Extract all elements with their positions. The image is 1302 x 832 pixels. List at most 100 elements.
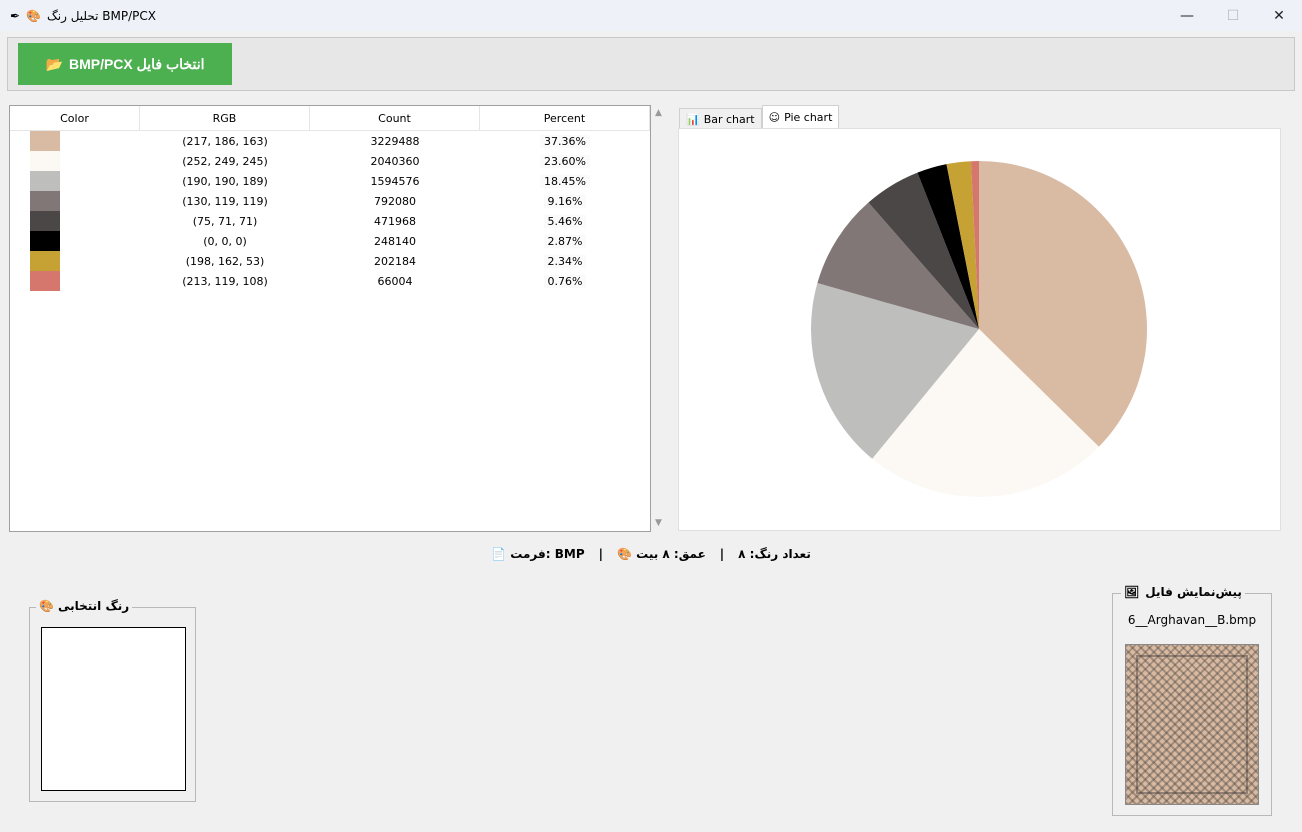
column-header-rgb[interactable]: RGB [140,106,310,130]
smiley-icon: ☺ [768,111,781,124]
color-swatch [30,231,60,251]
bar-chart-icon: 📊 [686,113,700,126]
percent-value: 9.16% [543,194,587,208]
color-swatch [30,271,60,291]
image-thumbnail [1125,644,1259,805]
count-cell: 202184 [374,254,416,268]
tab-label: Pie chart [784,111,833,124]
color-swatch [30,191,60,211]
percent-value: 2.87% [543,234,587,248]
table-row[interactable]: (75, 71, 71) 471968 5.46% [10,211,650,231]
count-cell: 1594576 [370,174,420,188]
palette-icon: 🎨 [39,599,54,613]
rgb-cell: (213, 119, 108) [182,274,268,288]
count-cell: 3229488 [370,134,420,148]
table-header: Color RGB Count Percent [10,106,650,131]
percent-value: 0.76% [543,274,587,288]
separator: | [598,547,603,561]
select-file-button[interactable]: انتخاب فایل BMP/PCX 📂 [18,43,232,85]
status-bar: تعداد رنگ: ۸ | عمق: ۸ بیت 🎨 | 📄 فرمت: BM… [0,547,1302,561]
rgb-cell: (217, 186, 163) [182,134,268,148]
table-row[interactable]: (213, 119, 108) 66004 0.76% [10,271,650,291]
depth-text: عمق: ۸ بیت 🎨 [617,547,706,561]
chart-area [678,128,1281,531]
selected-color-group: رنگ انتخابی 🎨 [29,599,196,802]
color-cell [10,171,140,191]
toolbar: انتخاب فایل BMP/PCX 📂 [7,37,1295,91]
percent-cell: 2.34% [480,254,650,268]
color-cell [10,191,140,211]
rgb-cell: (0, 0, 0) [203,234,247,248]
color-swatch [30,251,60,271]
preview-legend: پیش‌نمایش فایل 🖼 [1121,585,1245,599]
color-cell [10,231,140,251]
percent-cell: 9.16% [480,194,650,208]
minimize-button[interactable]: — [1164,0,1210,31]
table-row[interactable]: (217, 186, 163) 3229488 37.36% [10,131,650,151]
table-body: (217, 186, 163) 3229488 37.36% (252, 249, 2… [10,131,650,291]
tab-label: Bar chart [703,113,755,126]
count-cell: 66004 [377,274,413,288]
color-swatch [30,211,60,231]
color-swatch [30,151,60,171]
file-name: 6__Arghavan__B.bmp [1127,613,1257,627]
rgb-cell: (130, 119, 119) [182,194,268,208]
column-header-percent[interactable]: Percent [480,106,650,130]
percent-value: 23.60% [540,154,590,168]
percent-cell: 5.46% [480,214,650,228]
count-cell: 471968 [374,214,416,228]
percent-value: 37.36% [540,134,590,148]
color-cell [10,211,140,231]
table-row[interactable]: (130, 119, 119) 792080 9.16% [10,191,650,211]
color-cell [10,271,140,291]
selected-color-legend: رنگ انتخابی 🎨 [36,599,133,613]
table-row[interactable]: (190, 190, 189) 1594576 18.45% [10,171,650,191]
color-cell [10,251,140,271]
percent-value: 2.34% [543,254,587,268]
column-header-count[interactable]: Count [310,106,480,130]
rgb-cell: (75, 71, 71) [192,214,258,228]
rgb-cell: (198, 162, 53) [185,254,265,268]
color-table[interactable]: Color RGB Count Percent (217, 186, 163) 3… [9,105,651,532]
color-swatch [30,131,60,151]
title-bar: ✒ 🎨 تحلیل رنگ BMP/PCX — ☐ ✕ [0,0,1302,31]
percent-cell: 18.45% [480,174,650,188]
color-cell [10,151,140,171]
scroll-down-arrow[interactable]: ▼ [655,518,662,528]
file-preview-group: پیش‌نمایش فایل 🖼 6__Arghavan__B.bmp [1112,585,1272,816]
palette-icon: 🎨 [26,8,42,23]
count-cell: 792080 [374,194,416,208]
color-swatch [30,171,60,191]
preview-label: پیش‌نمایش فایل [1145,585,1242,599]
folder-icon: 📂 [45,55,63,72]
table-row[interactable]: (252, 249, 245) 2040360 23.60% [10,151,650,171]
percent-cell: 23.60% [480,154,650,168]
pie-chart [811,161,1147,498]
count-cell: 2040360 [370,154,420,168]
percent-cell: 2.87% [480,234,650,248]
selected-color-swatch [41,627,186,791]
color-count-text: تعداد رنگ: ۸ [738,547,811,561]
tab-bar-chart[interactable]: 📊 Bar chart [679,108,762,130]
chart-tabs: 📊 Bar chart ☺ Pie chart [679,105,840,130]
picture-icon: 🖼 [1124,585,1140,599]
rgb-cell: (190, 190, 189) [182,174,268,188]
color-cell [10,131,140,151]
format-text: 📄 فرمت: BMP [491,547,585,561]
maximize-button[interactable]: ☐ [1210,0,1256,31]
percent-value: 5.46% [543,214,587,228]
tab-pie-chart[interactable]: ☺ Pie chart [761,105,840,129]
selected-color-label: رنگ انتخابی [57,599,130,613]
close-button[interactable]: ✕ [1256,0,1302,31]
pick-file-label: انتخاب فایل BMP/PCX [68,55,205,72]
scroll-up-arrow[interactable]: ▲ [655,108,662,118]
percent-cell: 37.36% [480,134,650,148]
table-row[interactable]: (0, 0, 0) 248140 2.87% [10,231,650,251]
rgb-cell: (252, 249, 245) [182,154,268,168]
table-row[interactable]: (198, 162, 53) 202184 2.34% [10,251,650,271]
percent-value: 18.45% [540,174,590,188]
count-cell: 248140 [374,234,416,248]
separator: | [719,547,725,561]
percent-cell: 0.76% [480,274,650,288]
column-header-color[interactable]: Color [10,106,140,130]
